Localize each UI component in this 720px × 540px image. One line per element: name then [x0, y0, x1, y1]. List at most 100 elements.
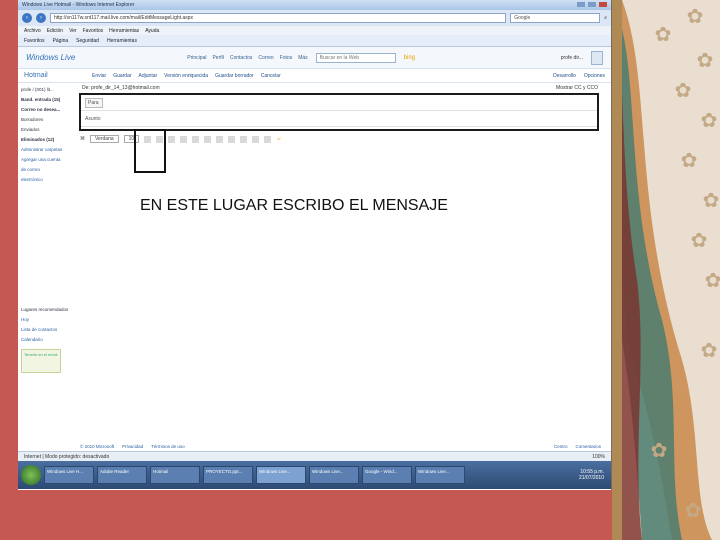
nav-mas[interactable]: Más: [298, 55, 307, 61]
show-cc-link[interactable]: Mostrar CC y CCO: [556, 85, 598, 91]
status-text: Internet | Modo protegido: desactivado: [24, 454, 110, 460]
menu-herramientas[interactable]: Herramientas: [109, 28, 139, 34]
font-size-select[interactable]: 10: [123, 135, 140, 143]
nav-principal[interactable]: Principal: [187, 55, 206, 61]
system-tray[interactable]: 10:55 p.m. 21/07/2010: [579, 469, 608, 481]
options-button[interactable]: Opciones: [584, 73, 605, 79]
save-button[interactable]: Guardar: [113, 73, 131, 79]
sidebar-item-junk[interactable]: Correo no desea...: [21, 105, 75, 115]
decorative-floral-panel: ✿ ✿ ✿ ✿ ✿ ✿ ✿ ✿ ✿ ✿ ✿ ✿: [612, 0, 720, 540]
address-input[interactable]: http://sn117w.snt117.mail.live.com/mail/…: [50, 13, 507, 23]
taskbar-item[interactable]: Windows Live H...: [44, 466, 94, 484]
italic-icon[interactable]: [156, 135, 164, 143]
menu-archivo[interactable]: Archivo: [24, 28, 41, 34]
tools-button[interactable]: Herramientas: [107, 38, 137, 44]
rich-text-button[interactable]: Versión enriquecida: [164, 73, 208, 79]
sidebar-item-sent[interactable]: Enviados: [21, 125, 75, 135]
windows-live-logo[interactable]: Windows Live: [26, 53, 75, 62]
taskbar-item[interactable]: Windows Live...: [415, 466, 465, 484]
sidebar-item-today[interactable]: Hoy: [21, 315, 75, 325]
sidebar-item-contacts[interactable]: Lista de contactos: [21, 325, 75, 335]
add-account-link[interactable]: Agregar una cuenta: [21, 155, 75, 165]
flower-icon: ✿: [696, 50, 714, 72]
copyright-text: © 2010 Microsoft: [80, 444, 115, 449]
font-select[interactable]: Verdana: [90, 135, 119, 143]
underline-icon[interactable]: [168, 135, 176, 143]
nav-fotos[interactable]: Fotos: [280, 55, 293, 61]
hotmail-logo[interactable]: Hotmail: [24, 72, 84, 79]
align-left-icon[interactable]: [180, 135, 188, 143]
save-draft-button[interactable]: Guardar borrador: [215, 73, 254, 79]
bullet-list-icon[interactable]: [216, 135, 224, 143]
back-arrow-icon[interactable]: ‹: [22, 13, 32, 23]
sidebar-item-calendar[interactable]: Calendario: [21, 335, 75, 345]
menu-favoritos[interactable]: Favoritos: [83, 28, 104, 34]
message-body[interactable]: EN ESTE LUGAR ESCRIBO EL MENSAJE: [80, 149, 598, 439]
nav-correo[interactable]: Correo: [258, 55, 273, 61]
menu-ayuda[interactable]: Ayuda: [145, 28, 159, 34]
nav-contactos[interactable]: Contactos: [230, 55, 253, 61]
subject-field[interactable]: Asunto: [81, 111, 597, 127]
maximize-icon[interactable]: [588, 2, 596, 7]
privacy-link[interactable]: Privacidad: [122, 444, 143, 449]
terms-link[interactable]: Términos de uso: [151, 444, 185, 449]
to-label[interactable]: Para: [85, 97, 103, 108]
flower-icon: ✿: [700, 340, 718, 362]
align-right-icon[interactable]: [204, 135, 212, 143]
footer-right: Centro Comentarios: [554, 444, 601, 449]
align-center-icon[interactable]: [192, 135, 200, 143]
taskbar-item[interactable]: Google - Wind...: [362, 466, 412, 484]
from-address[interactable]: De: profe_dir_14_13@hotmail.com: [82, 85, 160, 91]
bold-icon[interactable]: [144, 135, 152, 143]
text-color-icon[interactable]: [240, 135, 248, 143]
browser-search-input[interactable]: Google: [510, 13, 601, 23]
add-account-link-line3[interactable]: electrónico: [21, 175, 75, 185]
taskbar-item[interactable]: Windows Live...: [309, 466, 359, 484]
minimize-icon[interactable]: [577, 2, 585, 7]
feedback-link[interactable]: Comentarios: [575, 444, 601, 449]
manage-folders-link[interactable]: Administrar carpetas: [21, 145, 75, 155]
sidebar-item-drafts[interactable]: Borradores: [21, 115, 75, 125]
page-button[interactable]: Página: [53, 38, 69, 44]
sidebar-item-inbox[interactable]: Band. entrada (15): [21, 95, 75, 105]
flower-icon: ✿: [650, 440, 668, 462]
start-button[interactable]: [21, 465, 41, 485]
flower-icon: ✿: [654, 24, 672, 46]
compose-area: De: profe_dir_14_13@hotmail.com Mostrar …: [79, 83, 600, 443]
mobile-promo[interactable]: Tenerlo en el móvil: [21, 349, 61, 373]
center-link[interactable]: Centro: [554, 444, 568, 449]
menu-edicion[interactable]: Edición: [47, 28, 63, 34]
close-icon[interactable]: [599, 2, 607, 7]
favorites-button[interactable]: Favoritos: [24, 38, 45, 44]
cancel-button[interactable]: Cancelar: [261, 73, 281, 79]
add-account-link-line2[interactable]: de correo: [21, 165, 75, 175]
nav-perfil[interactable]: Perfil: [212, 55, 223, 61]
account-label: profe / (001) lit...: [21, 87, 54, 92]
menu-ver[interactable]: Ver: [69, 28, 77, 34]
clock-date: 21/07/2010: [578, 475, 604, 481]
attach-clip-icon[interactable]: ⌘: [80, 136, 85, 142]
attach-button[interactable]: Adjuntar: [139, 73, 158, 79]
taskbar-item[interactable]: Hotmail: [150, 466, 200, 484]
to-field[interactable]: Para: [81, 95, 597, 111]
search-icon[interactable]: ⌕: [604, 15, 607, 21]
user-name[interactable]: profe dir...: [561, 55, 583, 61]
zoom-level[interactable]: 100%: [592, 454, 605, 460]
send-button[interactable]: Enviar: [92, 73, 106, 79]
security-button[interactable]: Seguridad: [76, 38, 99, 44]
highlight-icon[interactable]: [252, 135, 260, 143]
web-search-input[interactable]: Buscar en la Web: [315, 52, 396, 63]
development-button[interactable]: Desarrollo: [553, 73, 576, 79]
sidebar-item-deleted[interactable]: Eliminados (12): [21, 135, 75, 145]
link-icon[interactable]: [264, 135, 272, 143]
taskbar-item[interactable]: Adobe Reader: [97, 466, 147, 484]
forward-arrow-icon[interactable]: ›: [36, 13, 46, 23]
subject-label: Asunto: [85, 115, 101, 122]
number-list-icon[interactable]: [228, 135, 236, 143]
emoticon-icon[interactable]: ☺: [276, 136, 281, 142]
taskbar-item[interactable]: PROYECTO.ppt...: [203, 466, 253, 484]
taskbar-item[interactable]: Windows Live...: [256, 466, 306, 484]
avatar[interactable]: [591, 50, 603, 65]
recommended-places-label: Lugares recomendados: [21, 307, 69, 312]
